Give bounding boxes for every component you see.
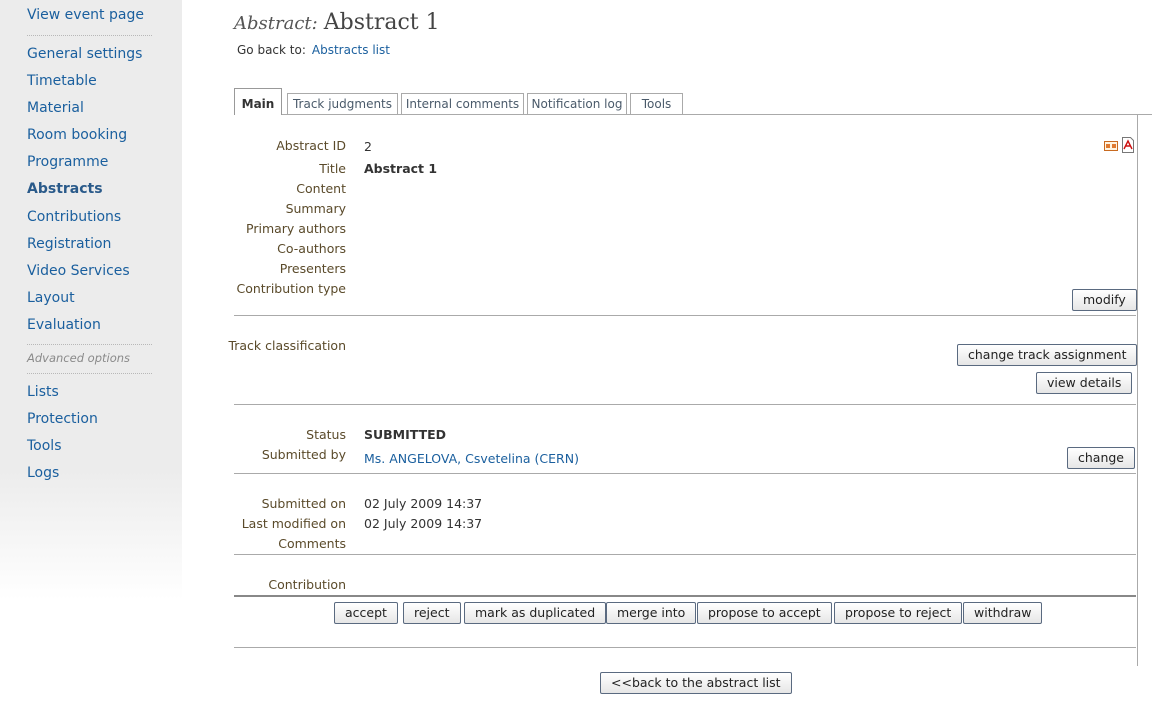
summary-label: Summary [285,201,346,216]
last-modified-label: Last modified on [241,516,346,531]
view-details-button[interactable]: view details [1036,372,1133,394]
sidebar-item-abstracts[interactable]: Abstracts [27,181,103,197]
submitted-by-value: Ms. ANGELOVA, Csvetelina (CERN) [364,451,579,466]
sidebar-item-evaluation[interactable]: Evaluation [27,317,101,333]
content-label: Content [296,181,346,196]
comments-label: Comments [278,536,346,551]
withdraw-button[interactable]: withdraw [963,602,1043,624]
propose-to-reject-button[interactable]: propose to reject [834,602,963,624]
sidebar-divider [27,344,152,345]
tab-notification-log[interactable]: Notification log [527,93,627,114]
tab-internal-comments[interactable]: Internal comments [401,93,524,114]
contribution-label: Contribution [268,577,346,592]
sidebar-item-programme[interactable]: Programme [27,154,108,170]
reject-button[interactable]: reject [403,602,461,624]
sidebar: View event page General settings Timetab… [0,0,182,714]
status-label: Status [306,427,346,442]
back-to-abstract-list-button[interactable]: <<back to the abstract list [600,672,792,694]
tab-main[interactable]: Main [234,88,282,115]
submitted-on-value: 02 July 2009 14:37 [364,496,483,511]
modify-button[interactable]: modify [1072,289,1137,311]
change-track-assignment-button[interactable]: change track assignment [957,344,1138,366]
accept-button[interactable]: accept [334,602,398,624]
abstract-id-value: 2 [364,139,372,154]
goback-label: Go back to: [237,43,306,57]
sidebar-item-registration[interactable]: Registration [27,236,111,252]
xml-export-icon[interactable] [1104,138,1118,157]
presenters-label: Presenters [279,261,346,276]
sidebar-item-contributions[interactable]: Contributions [27,209,121,225]
submitted-by-label: Submitted by [261,447,346,462]
sidebar-item-video-services[interactable]: Video Services [27,263,130,279]
submitted-on-label: Submitted on [261,496,346,511]
sidebar-item-lists[interactable]: Lists [27,384,59,400]
status-value: SUBMITTED [364,427,447,442]
mark-as-duplicated-button[interactable]: mark as duplicated [464,602,607,624]
sidebar-item-logs[interactable]: Logs [27,465,59,481]
actions-divider [234,595,1136,597]
sidebar-item-material[interactable]: Material [27,100,84,116]
section-divider [234,315,1136,316]
abstract-id-label: Abstract ID [276,138,346,153]
sidebar-item-general-settings[interactable]: General settings [27,46,142,62]
breadcrumb: Go back to: Abstracts list [237,43,390,57]
sidebar-item-tools[interactable]: Tools [27,438,62,454]
view-event-page-link[interactable]: View event page [27,7,144,23]
content-border [1137,114,1138,666]
sidebar-divider [27,35,152,36]
last-modified-value: 02 July 2009 14:37 [364,516,483,531]
sidebar-item-room-booking[interactable]: Room booking [27,127,127,143]
contribution-type-label: Contribution type [236,281,346,296]
title-label: Title [319,161,346,176]
page-title-value: Abstract 1 [323,10,440,35]
section-divider [234,404,1136,405]
primary-authors-label: Primary authors [246,221,346,236]
tab-baseline [234,114,1152,115]
sidebar-item-layout[interactable]: Layout [27,290,75,306]
pdf-export-icon[interactable] [1120,137,1136,157]
section-divider [234,554,1136,555]
sidebar-item-protection[interactable]: Protection [27,411,98,427]
page-title: Abstract: Abstract 1 [234,10,440,35]
page-title-label: Abstract: [234,13,318,34]
propose-to-accept-button[interactable]: propose to accept [697,602,832,624]
tab-tools[interactable]: Tools [630,93,683,114]
title-value: Abstract 1 [364,161,438,176]
track-classification-label: Track classification [228,338,346,353]
section-divider [234,473,1136,474]
sidebar-divider [27,373,152,374]
advanced-options-heading: Advanced options [27,351,131,365]
bottom-divider [234,647,1136,648]
co-authors-label: Co-authors [277,241,346,256]
sidebar-item-timetable[interactable]: Timetable [27,73,97,89]
submitter-link[interactable]: Ms. ANGELOVA, Csvetelina (CERN) [364,451,579,466]
abstracts-list-link[interactable]: Abstracts list [312,43,390,57]
merge-into-button[interactable]: merge into [606,602,697,624]
tab-track-judgments[interactable]: Track judgments [287,93,398,114]
change-submitter-button[interactable]: change [1067,447,1136,469]
